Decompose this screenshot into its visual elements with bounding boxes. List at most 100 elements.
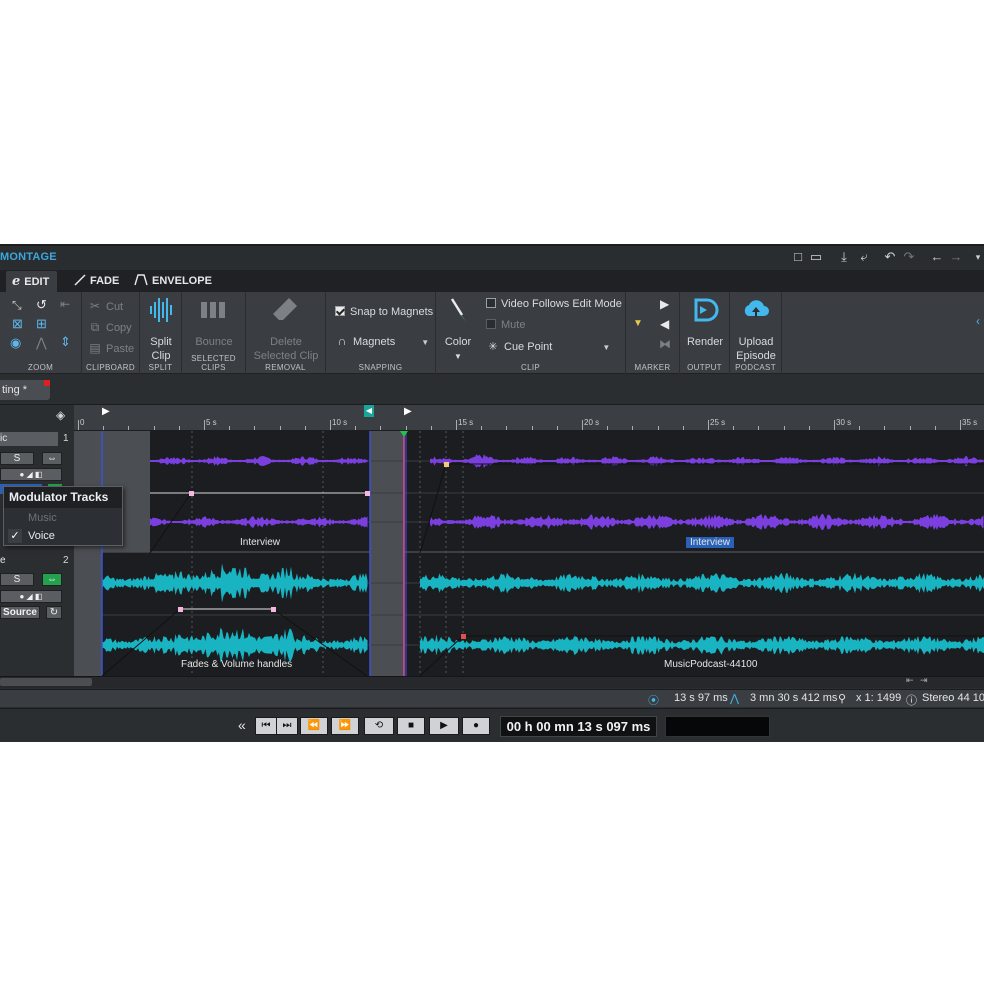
cut-button[interactable]: ✂ Cut <box>88 299 123 313</box>
region-end-marker-icon[interactable]: ▶ <box>404 406 412 417</box>
mute-checkbox[interactable]: Mute <box>486 319 525 331</box>
track-1-solo-button[interactable]: S <box>0 452 34 465</box>
zoom-selection-icon[interactable]: ⊞ <box>36 316 47 332</box>
montage-length[interactable]: 3 mn 30 s 412 ms <box>750 692 837 704</box>
popup-item-voice[interactable]: Voice <box>28 530 55 542</box>
track-2-solo-button[interactable]: S <box>0 573 34 586</box>
zoom-tool-icon[interactable]: ⤡ <box>12 298 22 313</box>
zoom-level[interactable]: x 1: 1499 <box>856 692 901 704</box>
magnets-dropdown[interactable]: ∩ Magnets ▼ <box>335 334 429 348</box>
back-arrow-icon[interactable]: ← <box>929 249 945 265</box>
ruler-tick <box>582 420 583 430</box>
ribbon-expand-icon[interactable]: ‹ <box>976 314 980 328</box>
bounce-button[interactable]: Bounce <box>182 298 246 349</box>
new-file-icon[interactable]: □ <box>790 249 806 265</box>
track-controls-icon: ● ◢ ◧ <box>19 470 43 479</box>
video-follows-edit-mode-checkbox[interactable]: Video Follows Edit Mode <box>486 298 622 310</box>
ruler-label: 25 s <box>710 418 726 427</box>
color-button[interactable]: Color ▼ <box>440 296 476 364</box>
save-icon[interactable]: ⤓ <box>836 249 852 265</box>
collapse-transport-icon[interactable]: « <box>238 717 246 733</box>
track-2-refresh-button[interactable]: ↻ <box>46 606 62 619</box>
time-display[interactable]: 00 h 00 mn 13 s 097 ms <box>500 716 657 737</box>
fade-handle[interactable] <box>461 634 466 639</box>
track-options-icon[interactable]: ◈ <box>56 408 65 422</box>
go-to-start-button[interactable]: ⏮ <box>255 717 277 735</box>
audio-format[interactable]: Stereo 44 100 <box>922 692 984 704</box>
horizontal-scrollbar[interactable]: ⇤ ⇥ <box>0 675 984 688</box>
track-2-name[interactable]: e <box>0 554 58 568</box>
ruler-tick <box>380 426 382 430</box>
magnet-icon: ∩ <box>337 334 347 348</box>
snap-to-magnets-checkbox[interactable]: Snap to Magnets <box>335 306 433 318</box>
loop-button[interactable]: ⟲ <box>364 717 394 735</box>
group-removal: Delete Selected Clip REMOVAL <box>246 292 326 374</box>
split-clip-button[interactable]: Split Clip <box>140 296 182 363</box>
scroll-left-icon[interactable]: ⇤ <box>906 675 914 686</box>
group-clip: Color ▼ Video Follows Edit Mode Mute ✳ Cue… <box>436 292 626 374</box>
track-2-source-button[interactable]: Source <box>0 606 40 619</box>
zoom-vertical-icon[interactable]: ⇕ <box>60 334 71 350</box>
waveform-canvas[interactable] <box>74 431 984 676</box>
play-start-marker-icon[interactable]: ▶ <box>102 406 110 417</box>
save-as-icon[interactable]: ⤶ <box>856 249 872 265</box>
render-button[interactable]: Render <box>680 296 730 349</box>
fade-handle[interactable] <box>444 462 449 467</box>
forward-arrow-icon[interactable]: → <box>948 249 964 265</box>
zoom-left-icon[interactable]: ⇤ <box>60 297 70 311</box>
tab-edit[interactable]: e EDIT <box>6 271 58 292</box>
copy-button[interactable]: ⧉ Copy <box>88 320 132 335</box>
zoom-fit-icon[interactable]: ⊠ <box>12 316 23 332</box>
ruler-tick <box>279 426 281 430</box>
region-start-marker-icon[interactable]: ◀ <box>364 405 374 417</box>
stop-button[interactable]: ■ <box>397 717 425 735</box>
montage-window: MONTAGE □ ▭ ⤓ ⤶ ↶ ↷ ← → ▾ e EDIT FADE ENV… <box>0 244 984 742</box>
delete-selected-clip-button[interactable]: Delete Selected Clip <box>246 296 326 363</box>
tab-envelope[interactable]: ENVELOPE <box>128 271 220 292</box>
go-to-end-button[interactable]: ⏭ <box>276 717 298 735</box>
volume-handle[interactable] <box>178 607 183 612</box>
paste-button[interactable]: ▤ Paste <box>88 341 134 355</box>
skip-back-icon: ⏮ <box>261 720 271 731</box>
track-2-route-button[interactable]: ⇔ <box>42 573 62 586</box>
track-2-controls[interactable]: ● ◢ ◧ <box>0 590 62 603</box>
time-ruler[interactable]: 0 5 s 10 s 15 s 20 s 25 s 30 s 35 s ▶ ◀ ▶ <box>74 405 984 431</box>
marker-range-icon[interactable]: ⧓ <box>659 337 671 351</box>
zoom-undo-icon[interactable]: ↺ <box>36 297 47 313</box>
zoom-eye-icon[interactable]: ◉ <box>10 335 21 351</box>
rewind-button[interactable]: ⏪ <box>300 717 328 735</box>
tracks-area[interactable]: Interview Interview Fades & Volume handl… <box>74 431 984 676</box>
redo-icon[interactable]: ↷ <box>901 249 917 265</box>
zoom-waveform-icon[interactable]: ⋀ <box>36 335 47 351</box>
status-bar: ⦿ 13 s 97 ms ⋀ 3 mn 30 s 412 ms ⚲ x 1: 1… <box>0 689 984 707</box>
play-button[interactable]: ▶ <box>429 717 459 735</box>
ruler-tick <box>330 420 331 430</box>
marker-drop-icon[interactable]: ▼ <box>633 318 643 329</box>
ruler-tick <box>456 420 457 430</box>
ruler-tick <box>153 426 155 430</box>
track-1-route-button[interactable]: ⇔ <box>42 452 62 465</box>
volume-handle[interactable] <box>189 491 194 496</box>
title-bar: MONTAGE □ ▭ ⤓ ⤶ ↶ ↷ ← → ▾ <box>0 244 984 268</box>
document-tab[interactable]: ting * <box>0 380 50 400</box>
next-marker-icon[interactable]: ▶ <box>660 297 669 311</box>
fast-forward-button[interactable]: ⏩ <box>331 717 359 735</box>
volume-handle[interactable] <box>365 491 370 496</box>
secondary-display <box>665 716 770 737</box>
upload-episode-button[interactable]: Upload Episode <box>730 296 782 363</box>
tab-fade[interactable]: FADE <box>68 271 127 292</box>
undo-icon[interactable]: ↶ <box>882 249 898 265</box>
track-1-controls[interactable]: ● ◢ ◧ <box>0 468 62 481</box>
cursor-position[interactable]: 13 s 97 ms <box>674 692 728 704</box>
popup-item-music[interactable]: Music <box>28 512 57 524</box>
scroll-right-icon[interactable]: ⇥ <box>920 675 928 686</box>
cue-point-dropdown[interactable]: ✳ Cue Point ▼ <box>486 340 610 353</box>
record-button[interactable]: ● <box>462 717 490 735</box>
open-folder-icon[interactable]: ▭ <box>808 249 824 265</box>
fade-slope-icon <box>74 273 86 286</box>
scroll-thumb[interactable] <box>0 678 92 686</box>
dropdown-icon[interactable]: ▾ <box>970 249 984 265</box>
volume-handle[interactable] <box>271 607 276 612</box>
previous-marker-icon[interactable]: ◀ <box>660 317 669 331</box>
track-1-name[interactable]: ic <box>0 432 58 446</box>
